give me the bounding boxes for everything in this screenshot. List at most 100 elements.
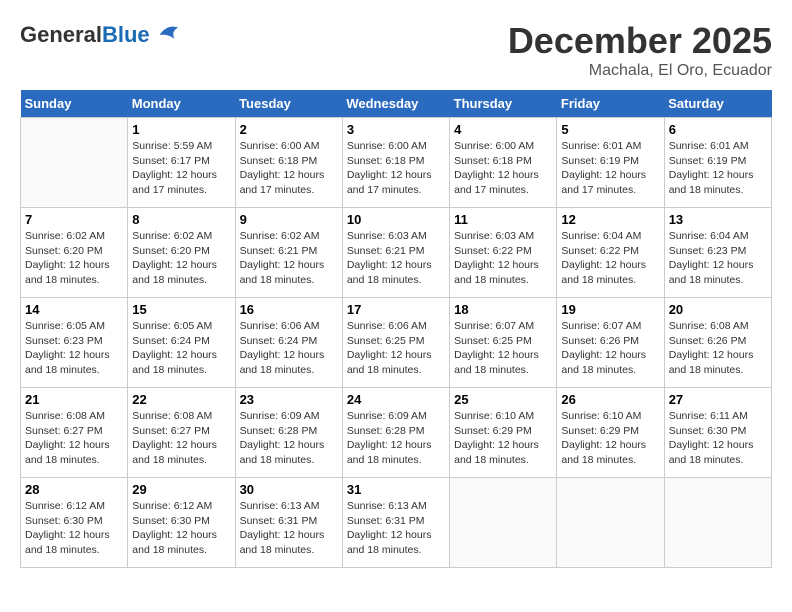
- day-number: 24: [347, 392, 445, 407]
- calendar-cell: 28 Sunrise: 6:12 AMSunset: 6:30 PMDayligh…: [21, 478, 128, 568]
- calendar-cell: 2 Sunrise: 6:00 AMSunset: 6:18 PMDaylight…: [235, 118, 342, 208]
- day-header-thursday: Thursday: [450, 90, 557, 118]
- calendar-cell: 1Sunrise: 5:59 AMSunset: 6:17 PMDaylight…: [128, 118, 235, 208]
- day-info: Sunrise: 6:11 AMSunset: 6:30 PMDaylight:…: [669, 409, 767, 468]
- day-number: 31: [347, 482, 445, 497]
- day-number: 4: [454, 122, 552, 137]
- calendar-cell: [664, 478, 771, 568]
- calendar-cell: 4 Sunrise: 6:00 AMSunset: 6:18 PMDaylight…: [450, 118, 557, 208]
- calendar-week-row: 7 Sunrise: 6:02 AMSunset: 6:20 PMDaylight…: [21, 208, 772, 298]
- day-number: 22: [132, 392, 230, 407]
- day-number: 5: [561, 122, 659, 137]
- day-number: 2: [240, 122, 338, 137]
- calendar-cell: 11 Sunrise: 6:03 AMSunset: 6:22 PMDayligh…: [450, 208, 557, 298]
- day-info: Sunrise: 6:07 AMSunset: 6:26 PMDaylight:…: [561, 319, 659, 378]
- calendar-week-row: 14Sunrise: 6:05 AMSunset: 6:23 PMDayligh…: [21, 298, 772, 388]
- day-info: Sunrise: 6:00 AMSunset: 6:18 PMDaylight:…: [347, 139, 445, 198]
- day-number: 10: [347, 212, 445, 227]
- day-number: 19: [561, 302, 659, 317]
- day-number: 17: [347, 302, 445, 317]
- day-info: Sunrise: 6:00 AMSunset: 6:18 PMDaylight:…: [240, 139, 338, 198]
- day-header-tuesday: Tuesday: [235, 90, 342, 118]
- day-number: 12: [561, 212, 659, 227]
- calendar-cell: 13 Sunrise: 6:04 AMSunset: 6:23 PMDayligh…: [664, 208, 771, 298]
- day-header-monday: Monday: [128, 90, 235, 118]
- day-info: Sunrise: 6:04 AMSunset: 6:23 PMDaylight:…: [669, 229, 767, 288]
- day-number: 7: [25, 212, 123, 227]
- day-number: 28: [25, 482, 123, 497]
- day-info: Sunrise: 6:01 AMSunset: 6:19 PMDaylight:…: [669, 139, 767, 198]
- calendar-cell: 15 Sunrise: 6:05 AMSunset: 6:24 PMDayligh…: [128, 298, 235, 388]
- calendar-cell: 27 Sunrise: 6:11 AMSunset: 6:30 PMDayligh…: [664, 388, 771, 478]
- logo-bird-icon: [152, 20, 182, 50]
- logo-blue-text: Blue: [102, 22, 150, 47]
- calendar-cell: 10 Sunrise: 6:03 AMSunset: 6:21 PMDayligh…: [342, 208, 449, 298]
- calendar-cell: 16Sunrise: 6:06 AMSunset: 6:24 PMDayligh…: [235, 298, 342, 388]
- title-block: December 2025 Machala, El Oro, Ecuador: [508, 20, 772, 80]
- day-number: 15: [132, 302, 230, 317]
- logo-general-text: General: [20, 22, 102, 47]
- day-info: Sunrise: 6:10 AMSunset: 6:29 PMDaylight:…: [561, 409, 659, 468]
- day-info: Sunrise: 6:07 AMSunset: 6:25 PMDaylight:…: [454, 319, 552, 378]
- day-info: Sunrise: 6:02 AMSunset: 6:21 PMDaylight:…: [240, 229, 338, 288]
- calendar-cell: 23 Sunrise: 6:09 AMSunset: 6:28 PMDayligh…: [235, 388, 342, 478]
- day-info: Sunrise: 6:01 AMSunset: 6:19 PMDaylight:…: [561, 139, 659, 198]
- day-number: 1: [132, 122, 230, 137]
- calendar-cell: 20Sunrise: 6:08 AMSunset: 6:26 PMDayligh…: [664, 298, 771, 388]
- day-info: Sunrise: 6:08 AMSunset: 6:27 PMDaylight:…: [25, 409, 123, 468]
- calendar-week-row: 21Sunrise: 6:08 AMSunset: 6:27 PMDayligh…: [21, 388, 772, 478]
- day-number: 8: [132, 212, 230, 227]
- day-info: Sunrise: 6:03 AMSunset: 6:22 PMDaylight:…: [454, 229, 552, 288]
- day-info: Sunrise: 6:05 AMSunset: 6:24 PMDaylight:…: [132, 319, 230, 378]
- calendar-cell: 7 Sunrise: 6:02 AMSunset: 6:20 PMDaylight…: [21, 208, 128, 298]
- day-info: Sunrise: 6:12 AMSunset: 6:30 PMDaylight:…: [132, 499, 230, 558]
- location-subtitle: Machala, El Oro, Ecuador: [508, 62, 772, 80]
- calendar-cell: [450, 478, 557, 568]
- day-info: Sunrise: 6:09 AMSunset: 6:28 PMDaylight:…: [347, 409, 445, 468]
- day-info: Sunrise: 6:12 AMSunset: 6:30 PMDaylight:…: [25, 499, 123, 558]
- day-number: 9: [240, 212, 338, 227]
- calendar-table: SundayMondayTuesdayWednesdayThursdayFrid…: [20, 90, 772, 568]
- calendar-cell: 17 Sunrise: 6:06 AMSunset: 6:25 PMDayligh…: [342, 298, 449, 388]
- day-header-sunday: Sunday: [21, 90, 128, 118]
- day-info: Sunrise: 6:13 AMSunset: 6:31 PMDaylight:…: [240, 499, 338, 558]
- calendar-cell: [21, 118, 128, 208]
- calendar-cell: 26 Sunrise: 6:10 AMSunset: 6:29 PMDayligh…: [557, 388, 664, 478]
- day-header-wednesday: Wednesday: [342, 90, 449, 118]
- calendar-cell: 14Sunrise: 6:05 AMSunset: 6:23 PMDayligh…: [21, 298, 128, 388]
- month-title: December 2025: [508, 20, 772, 62]
- day-number: 18: [454, 302, 552, 317]
- day-info: Sunrise: 6:03 AMSunset: 6:21 PMDaylight:…: [347, 229, 445, 288]
- day-info: Sunrise: 6:04 AMSunset: 6:22 PMDaylight:…: [561, 229, 659, 288]
- calendar-cell: 25Sunrise: 6:10 AMSunset: 6:29 PMDayligh…: [450, 388, 557, 478]
- calendar-header-row: SundayMondayTuesdayWednesdayThursdayFrid…: [21, 90, 772, 118]
- calendar-cell: 5 Sunrise: 6:01 AMSunset: 6:19 PMDaylight…: [557, 118, 664, 208]
- calendar-cell: 18 Sunrise: 6:07 AMSunset: 6:25 PMDayligh…: [450, 298, 557, 388]
- day-info: Sunrise: 6:09 AMSunset: 6:28 PMDaylight:…: [240, 409, 338, 468]
- calendar-cell: 29 Sunrise: 6:12 AMSunset: 6:30 PMDayligh…: [128, 478, 235, 568]
- calendar-cell: 3Sunrise: 6:00 AMSunset: 6:18 PMDaylight…: [342, 118, 449, 208]
- day-number: 26: [561, 392, 659, 407]
- day-number: 29: [132, 482, 230, 497]
- calendar-cell: 30 Sunrise: 6:13 AMSunset: 6:31 PMDayligh…: [235, 478, 342, 568]
- page-header: GeneralBlue December 2025 Machala, El Or…: [20, 20, 772, 80]
- day-info: Sunrise: 6:00 AMSunset: 6:18 PMDaylight:…: [454, 139, 552, 198]
- day-number: 27: [669, 392, 767, 407]
- day-info: Sunrise: 6:13 AMSunset: 6:31 PMDaylight:…: [347, 499, 445, 558]
- day-info: Sunrise: 6:02 AMSunset: 6:20 PMDaylight:…: [25, 229, 123, 288]
- day-number: 20: [669, 302, 767, 317]
- calendar-cell: 31 Sunrise: 6:13 AMSunset: 6:31 PMDayligh…: [342, 478, 449, 568]
- day-number: 11: [454, 212, 552, 227]
- calendar-cell: 22 Sunrise: 6:08 AMSunset: 6:27 PMDayligh…: [128, 388, 235, 478]
- day-number: 30: [240, 482, 338, 497]
- day-number: 23: [240, 392, 338, 407]
- calendar-week-row: 28 Sunrise: 6:12 AMSunset: 6:30 PMDayligh…: [21, 478, 772, 568]
- day-number: 13: [669, 212, 767, 227]
- day-number: 6: [669, 122, 767, 137]
- day-header-friday: Friday: [557, 90, 664, 118]
- day-info: Sunrise: 6:08 AMSunset: 6:27 PMDaylight:…: [132, 409, 230, 468]
- logo: GeneralBlue: [20, 20, 182, 50]
- calendar-cell: 8Sunrise: 6:02 AMSunset: 6:20 PMDaylight…: [128, 208, 235, 298]
- day-info: Sunrise: 6:06 AMSunset: 6:25 PMDaylight:…: [347, 319, 445, 378]
- day-number: 14: [25, 302, 123, 317]
